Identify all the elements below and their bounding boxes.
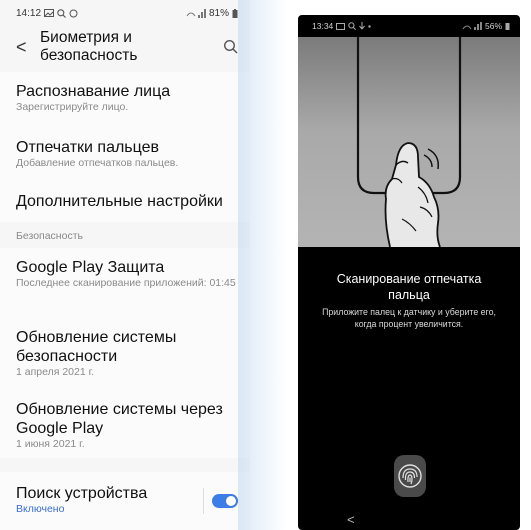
status-bar: 13:34 56% xyxy=(298,15,520,37)
item-subtitle: 1 апреля 2021 г. xyxy=(16,366,95,378)
scan-hint-line1: Приложите палец к датчику и уберите его, xyxy=(322,307,496,317)
google-play-protect-item[interactable]: Google Play Защита Последнее сканировани… xyxy=(0,258,250,290)
vertical-divider xyxy=(203,488,204,514)
fingerprint-icon xyxy=(398,464,422,488)
signal-icon xyxy=(462,22,482,30)
status-time: 14:12 xyxy=(16,7,42,19)
background-glow xyxy=(238,0,286,530)
scan-title-line1: Сканирование отпечатка xyxy=(336,272,482,286)
item-subtitle: Последнее сканирование приложений: 01:45 xyxy=(16,277,236,289)
item-title-line2: безопасности xyxy=(16,348,118,365)
search-notification-icon xyxy=(57,8,66,18)
scan-title-line2: пальца xyxy=(388,288,430,302)
fingerprint-sensor[interactable] xyxy=(394,455,426,497)
find-device-section: Поиск устройства Включено xyxy=(0,472,250,530)
signal-icon xyxy=(186,8,206,18)
security-section: Google Play Защита Последнее сканировани… xyxy=(0,248,250,458)
scan-hint-line2: когда процент увеличится. xyxy=(354,319,464,329)
back-button[interactable]: < xyxy=(16,37,36,58)
item-title: Google Play Защита xyxy=(16,259,165,276)
item-subtitle: Зарегистрируйте лицо. xyxy=(16,101,129,113)
fingerprints-item[interactable]: Отпечатки пальцев Добавление отпечатков … xyxy=(0,138,250,170)
gallery-notification-icon xyxy=(44,9,55,17)
item-status: Включено xyxy=(16,503,65,515)
battery-percent: 56% xyxy=(484,21,502,31)
toggle-knob xyxy=(226,496,236,506)
fingerprint-scan-screen: 13:34 56% Сканирование отпечатка пальца … xyxy=(298,15,520,530)
face-recognition-item[interactable]: Распознавание лица Зарегистрируйте лицо. xyxy=(0,82,250,114)
item-subtitle: 1 июня 2021 г. xyxy=(16,438,85,450)
item-subtitle: Добавление отпечатков пальцев. xyxy=(16,157,179,169)
more-notifications-icon xyxy=(368,24,371,28)
status-time: 13:34 xyxy=(312,21,334,31)
biometrics-section: Распознавание лица Зарегистрируйте лицо.… xyxy=(0,72,250,222)
section-header-security: Безопасность xyxy=(16,230,83,242)
status-bar: 14:12 81% xyxy=(0,0,250,26)
security-update-item[interactable]: Обновление системы безопасности 1 апреля… xyxy=(0,328,250,379)
item-title: Распознавание лица xyxy=(16,83,171,100)
google-play-update-item[interactable]: Обновление системы через Google Play 1 и… xyxy=(0,400,250,451)
gallery-notification-icon xyxy=(336,22,346,30)
search-notification-icon xyxy=(348,22,357,30)
find-device-item[interactable]: Поиск устройства Включено xyxy=(0,484,200,516)
item-title-line1: Обновление системы через xyxy=(16,401,223,418)
item-title: Поиск устройства xyxy=(16,485,148,502)
download-notification-icon xyxy=(359,22,366,30)
scan-instructions: Приложите палец к датчику и уберите его,… xyxy=(306,306,512,330)
nav-back-button[interactable]: < xyxy=(347,512,355,527)
item-title-line1: Обновление системы xyxy=(16,329,177,346)
item-title-line2: Google Play xyxy=(16,420,104,437)
finger-press-icon xyxy=(356,37,462,248)
page-title: Биометрия и безопасность xyxy=(40,29,138,64)
sync-notification-icon xyxy=(69,9,78,17)
finger-press-illustration xyxy=(298,37,520,248)
page-header: < Биометрия и безопасность xyxy=(0,28,250,66)
additional-settings-item[interactable]: Дополнительные настройки xyxy=(0,192,250,211)
settings-screen: 14:12 81% < Биометрия и безопасность Рас… xyxy=(0,0,250,530)
item-title: Дополнительные настройки xyxy=(16,193,223,210)
find-device-toggle[interactable] xyxy=(212,494,238,508)
battery-icon xyxy=(505,23,510,30)
item-title: Отпечатки пальцев xyxy=(16,139,160,156)
battery-percent: 81% xyxy=(208,7,229,19)
scan-title: Сканирование отпечатка пальца xyxy=(308,271,510,303)
